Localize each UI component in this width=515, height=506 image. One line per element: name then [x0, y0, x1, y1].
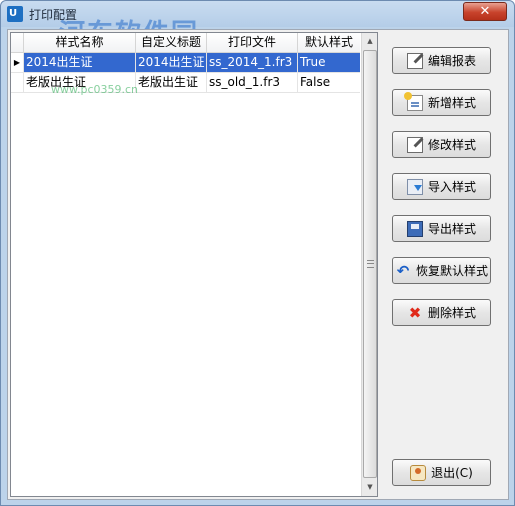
grip-icon [367, 260, 374, 268]
cell-print-file[interactable]: ss_2014_1.fr3 [207, 53, 298, 72]
edit-report-button[interactable]: 编辑报表 [392, 47, 491, 74]
row-indicator [11, 73, 24, 92]
cell-custom-title[interactable]: 老版出生证 [136, 73, 207, 92]
import-style-label: 导入样式 [427, 180, 476, 194]
table-row[interactable]: ▶ 2014出生证 2014出生证 ss_2014_1.fr3 True [11, 53, 360, 73]
style-table[interactable]: 样式名称 自定义标题 打印文件 默认样式 ▶ 2014出生证 2014出生证 s… [10, 32, 378, 497]
header-print-file[interactable]: 打印文件 [207, 33, 298, 53]
export-style-label: 导出样式 [427, 222, 476, 236]
add-style-button[interactable]: 新增样式 [392, 89, 491, 116]
import-style-button[interactable]: 导入样式 [392, 173, 491, 200]
delete-x-icon: ✖ [408, 303, 422, 322]
window-title: 打印配置 [29, 8, 78, 22]
import-icon [406, 178, 423, 195]
exit-icon [410, 464, 427, 481]
new-document-icon [403, 91, 423, 111]
restore-default-style-button[interactable]: ↶ 恢复默认样式 [392, 257, 491, 284]
header-default-style[interactable]: 默认样式 [298, 33, 360, 53]
header-indicator-column [11, 33, 24, 53]
print-config-window: U 打印配置 河东软件园 ✕ 样式名称 自定义标题 打印文件 默认样式 ▶ 20… [0, 0, 515, 506]
edit-pencil-icon [406, 52, 423, 69]
exit-button[interactable]: 退出(C) [392, 459, 491, 486]
cell-custom-title[interactable]: 2014出生证 [136, 53, 207, 72]
delete-style-label: 删除样式 [427, 306, 476, 320]
table-header: 样式名称 自定义标题 打印文件 默认样式 [11, 33, 360, 53]
modify-style-button[interactable]: 修改样式 [392, 131, 491, 158]
cell-print-file[interactable]: ss_old_1.fr3 [207, 73, 298, 92]
export-style-button[interactable]: 导出样式 [392, 215, 491, 242]
modify-style-label: 修改样式 [427, 138, 476, 152]
edit-pencil-icon [406, 136, 423, 153]
header-custom-title[interactable]: 自定义标题 [136, 33, 207, 53]
exit-label: 退出(C) [431, 466, 473, 480]
cell-style-name[interactable]: 2014出生证 [24, 53, 136, 72]
close-button[interactable]: ✕ [463, 2, 507, 21]
vertical-scrollbar[interactable]: ▲ ▼ [361, 33, 377, 496]
current-row-indicator-icon: ▶ [11, 53, 24, 72]
scroll-up-icon[interactable]: ▲ [362, 33, 378, 49]
delete-style-button[interactable]: ✖ 删除样式 [392, 299, 491, 326]
scroll-down-icon[interactable]: ▼ [362, 479, 378, 495]
table-row[interactable]: 老版出生证 老版出生证 ss_old_1.fr3 False [11, 73, 360, 93]
scroll-thumb[interactable] [363, 50, 377, 478]
undo-arrow-icon: ↶ [396, 261, 410, 280]
app-icon: U [7, 6, 23, 22]
title-bar[interactable]: U 打印配置 河东软件园 ✕ [1, 1, 514, 49]
client-area: 样式名称 自定义标题 打印文件 默认样式 ▶ 2014出生证 2014出生证 s… [7, 29, 509, 500]
edit-report-label: 编辑报表 [427, 54, 476, 68]
cell-default-style[interactable]: False [298, 73, 360, 92]
header-style-name[interactable]: 样式名称 [24, 33, 136, 53]
cell-default-style[interactable]: True [298, 53, 360, 72]
save-disk-icon [406, 220, 423, 237]
restore-default-label: 恢复默认样式 [415, 264, 488, 278]
add-style-label: 新增样式 [427, 96, 476, 110]
cell-style-name[interactable]: 老版出生证 [24, 73, 136, 92]
